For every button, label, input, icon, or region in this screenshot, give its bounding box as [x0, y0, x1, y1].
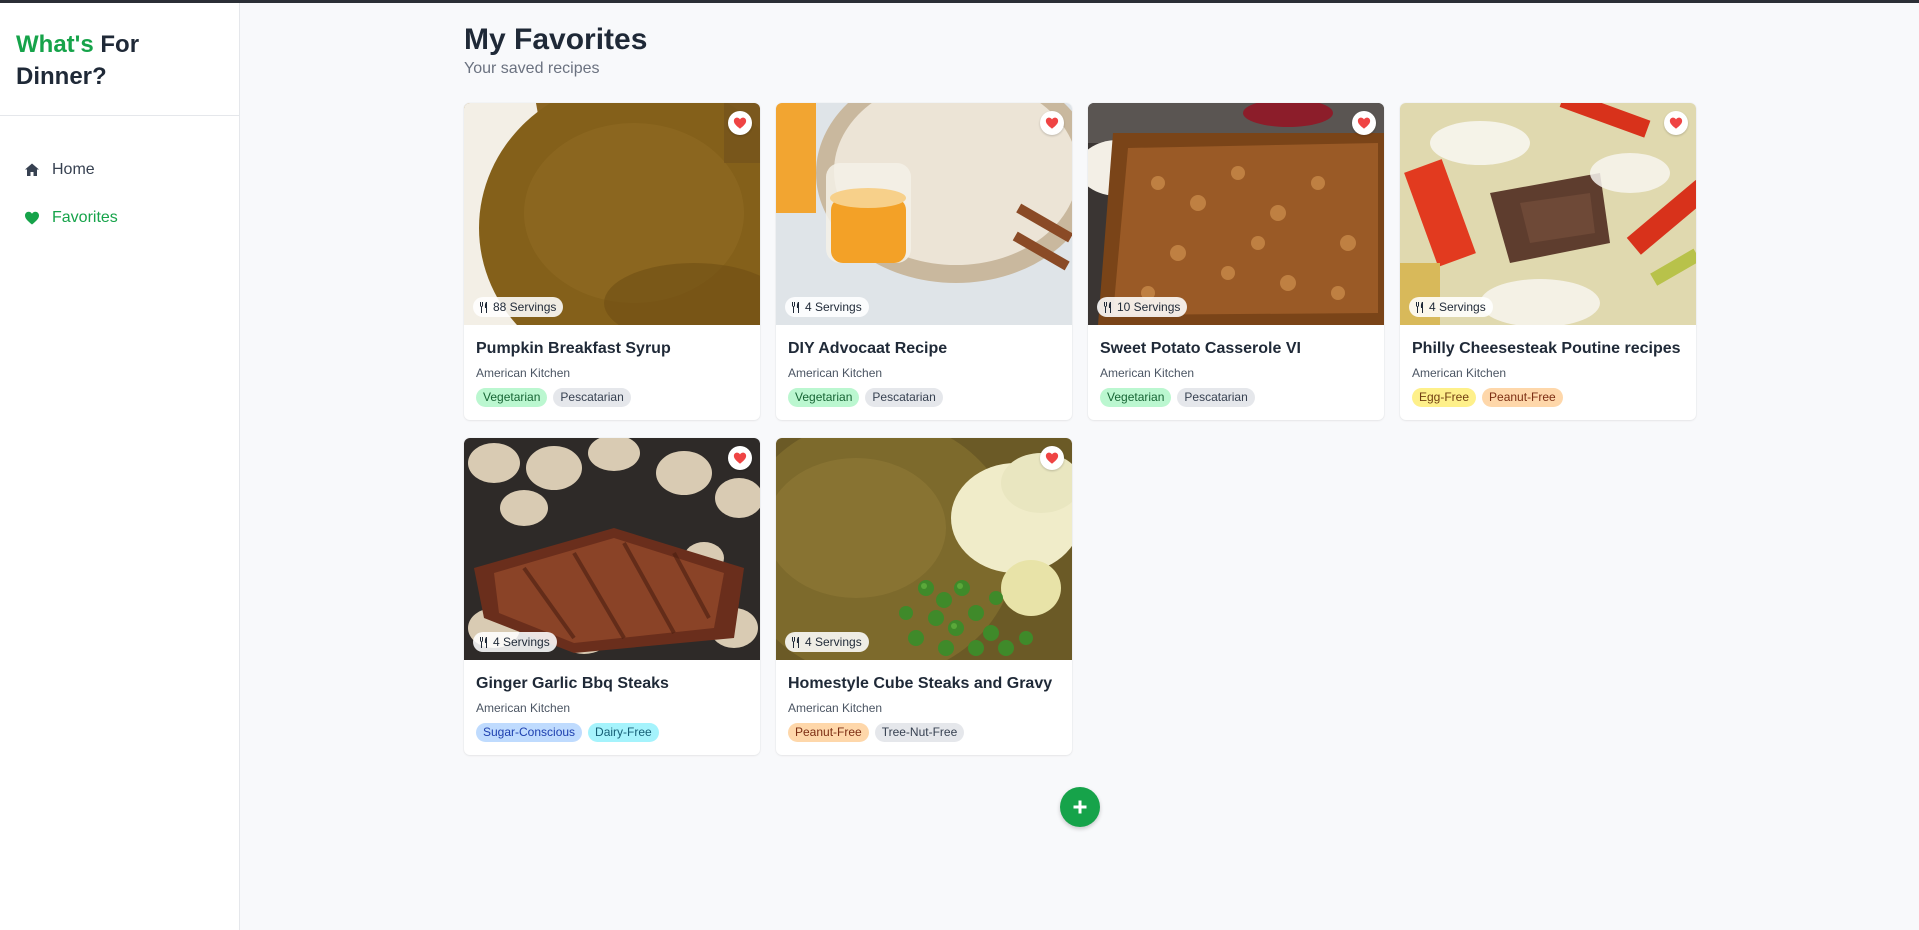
sidebar: What's For Dinner? Home Favorites [0, 3, 240, 930]
sidebar-item-home[interactable]: Home [0, 146, 239, 194]
add-recipe-button[interactable] [1060, 787, 1100, 827]
recipe-name[interactable]: Pumpkin Breakfast Syrup [476, 339, 748, 359]
heart-icon [1357, 117, 1371, 129]
recipe-tags: Vegetarian Pescatarian [1100, 388, 1372, 407]
diet-tag: Pescatarian [865, 388, 943, 407]
recipe-cuisine: American Kitchen [476, 366, 571, 380]
utensils-icon [479, 636, 489, 648]
diet-tag: Pescatarian [1177, 388, 1255, 407]
recipe-name[interactable]: Philly Cheesesteak Poutine recipes [1412, 339, 1684, 359]
diet-tag: Dairy-Free [588, 723, 659, 742]
servings-badge: 4 Servings [785, 632, 869, 652]
diet-tag: Vegetarian [1100, 388, 1172, 407]
servings-text: 4 Servings [493, 635, 550, 649]
recipe-name[interactable]: Sweet Potato Casserole VI [1100, 339, 1372, 359]
utensils-icon [479, 301, 489, 313]
heart-icon [1669, 117, 1683, 129]
recipe-card[interactable]: 88 Servings Pumpkin Breakfast Syrup Amer… [464, 103, 760, 420]
diet-tag: Peanut-Free [788, 723, 869, 742]
recipe-photo: 4 Servings [464, 438, 760, 660]
recipe-cuisine: American Kitchen [1412, 366, 1507, 380]
utensils-icon [791, 636, 801, 648]
servings-badge: 88 Servings [473, 297, 564, 317]
recipe-photo: 4 Servings [776, 438, 1072, 660]
recipe-tags: Egg-Free Peanut-Free [1412, 388, 1684, 407]
favorite-button[interactable] [1664, 111, 1688, 135]
recipe-cuisine: American Kitchen [788, 366, 883, 380]
recipe-name[interactable]: Ginger Garlic Bbq Steaks [476, 674, 748, 694]
main-content: My Favorites Your saved recipes 88 Servi… [464, 3, 1696, 755]
servings-badge: 4 Servings [1409, 297, 1493, 317]
recipe-name[interactable]: DIY Advocaat Recipe [788, 339, 1060, 359]
recipe-photo: 10 Servings [1088, 103, 1384, 325]
page-subtitle: Your saved recipes [464, 60, 600, 77]
brand-accent-text: What's [16, 31, 94, 58]
favorite-button[interactable] [728, 111, 752, 135]
servings-text: 4 Servings [1429, 300, 1486, 314]
servings-badge: 4 Servings [785, 297, 869, 317]
plus-icon [1073, 800, 1087, 814]
recipe-tags: Sugar-Conscious Dairy-Free [476, 723, 748, 742]
utensils-icon [1103, 301, 1113, 313]
sidebar-nav: Home Favorites [0, 116, 239, 242]
recipe-cuisine: American Kitchen [1100, 366, 1195, 380]
recipe-card[interactable]: 10 Servings Sweet Potato Casserole VI Am… [1088, 103, 1384, 420]
diet-tag: Peanut-Free [1482, 388, 1563, 407]
recipe-tags: Vegetarian Pescatarian [476, 388, 748, 407]
recipe-photo: 4 Servings [1400, 103, 1696, 325]
recipe-cuisine: American Kitchen [788, 701, 883, 715]
favorite-button[interactable] [1040, 446, 1064, 470]
heart-icon [733, 452, 747, 464]
favorite-button[interactable] [1040, 111, 1064, 135]
recipe-card[interactable]: 4 Servings Ginger Garlic Bbq Steaks Amer… [464, 438, 760, 755]
diet-tag: Vegetarian [476, 388, 548, 407]
recipe-card[interactable]: 4 Servings DIY Advocaat Recipe American … [776, 103, 1072, 420]
heart-icon [1045, 117, 1059, 129]
heart-icon [1045, 452, 1059, 464]
recipe-tags: Peanut-Free Tree-Nut-Free [788, 723, 1060, 742]
recipe-cuisine: American Kitchen [476, 701, 571, 715]
recipe-photo: 4 Servings [776, 103, 1072, 325]
utensils-icon [791, 301, 801, 313]
heart-icon [24, 210, 40, 226]
page-title: My Favorites [464, 23, 648, 56]
diet-tag: Vegetarian [788, 388, 860, 407]
servings-badge: 10 Servings [1097, 297, 1188, 317]
servings-text: 4 Servings [805, 300, 862, 314]
diet-tag: Sugar-Conscious [476, 723, 583, 742]
favorite-button[interactable] [1352, 111, 1376, 135]
servings-text: 4 Servings [805, 635, 862, 649]
recipe-photo: 88 Servings [464, 103, 760, 325]
recipe-card[interactable]: 4 Servings Homestyle Cube Steaks and Gra… [776, 438, 1072, 755]
favorite-button[interactable] [728, 446, 752, 470]
heart-icon [733, 117, 747, 129]
home-icon [24, 162, 40, 178]
recipe-name[interactable]: Homestyle Cube Steaks and Gravy [788, 674, 1060, 694]
utensils-icon [1415, 301, 1425, 313]
sidebar-item-label: Home [52, 161, 95, 178]
recipe-grid: 88 Servings Pumpkin Breakfast Syrup Amer… [464, 103, 1696, 755]
recipe-card[interactable]: 4 Servings Philly Cheesesteak Poutine re… [1400, 103, 1696, 420]
sidebar-item-label: Favorites [52, 209, 118, 226]
brand-logo[interactable]: What's For Dinner? [0, 3, 239, 116]
diet-tag: Egg-Free [1412, 388, 1477, 407]
diet-tag: Pescatarian [553, 388, 631, 407]
servings-badge: 4 Servings [473, 632, 557, 652]
servings-text: 88 Servings [493, 300, 557, 314]
servings-text: 10 Servings [1117, 300, 1181, 314]
recipe-tags: Vegetarian Pescatarian [788, 388, 1060, 407]
sidebar-item-favorites[interactable]: Favorites [0, 194, 239, 242]
window-top-bar [0, 0, 1919, 3]
diet-tag: Tree-Nut-Free [874, 723, 965, 742]
